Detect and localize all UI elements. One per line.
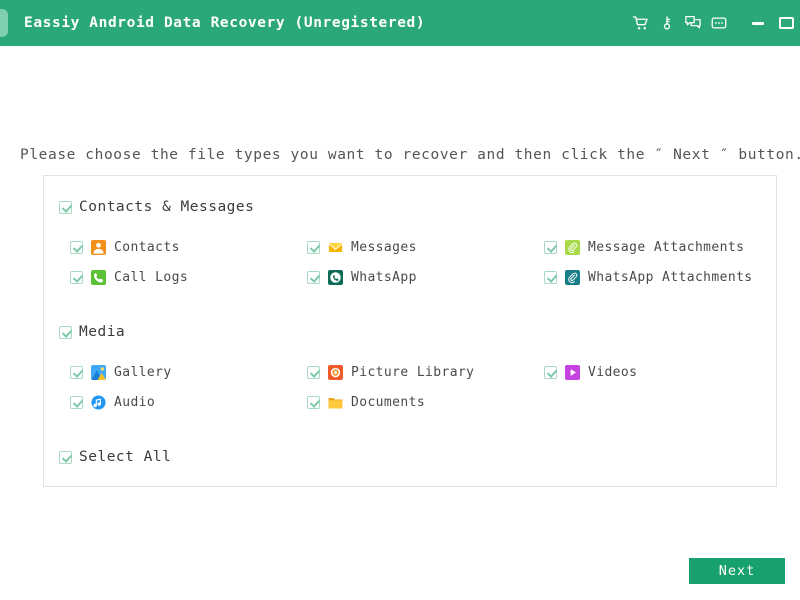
item-label-picture-library: Picture Library — [351, 366, 474, 379]
item-call-logs[interactable]: Call Logs — [70, 270, 307, 285]
contacts-icon — [91, 240, 106, 255]
items-grid-media: Gallery Picture Library Videos — [70, 365, 760, 410]
messages-icon — [328, 240, 343, 255]
minimize-button[interactable] — [744, 0, 772, 46]
checkbox-whatsapp[interactable] — [307, 271, 320, 284]
main-content: Please choose the file types you want to… — [0, 46, 800, 600]
audio-icon — [91, 395, 106, 410]
maximize-icon — [779, 17, 794, 29]
titlebar-actions — [628, 0, 800, 46]
gallery-icon — [91, 365, 106, 380]
minimize-icon — [752, 22, 764, 25]
message-attachments-icon — [565, 240, 580, 255]
checkbox-call-logs[interactable] — [70, 271, 83, 284]
item-label-audio: Audio — [114, 396, 155, 409]
next-button[interactable]: Next — [689, 558, 785, 584]
checkbox-gallery[interactable] — [70, 366, 83, 379]
items-grid-contacts-messages: Contacts Messages Message Attachments — [70, 240, 760, 285]
instruction-text: Please choose the file types you want to… — [20, 147, 800, 163]
menu-dots-icon[interactable] — [706, 0, 732, 46]
item-message-attachments[interactable]: Message Attachments — [544, 240, 760, 255]
item-label-messages: Messages — [351, 241, 417, 254]
whatsapp-icon — [328, 270, 343, 285]
item-whatsapp-attachments[interactable]: WhatsApp Attachments — [544, 270, 760, 285]
item-label-call-logs: Call Logs — [114, 271, 188, 284]
group-label-media: Media — [79, 324, 125, 340]
call-logs-icon — [91, 270, 106, 285]
title-bar: Eassiy Android Data Recovery (Unregister… — [0, 0, 800, 46]
item-label-contacts: Contacts — [114, 241, 180, 254]
group-checkbox-media[interactable] — [59, 326, 72, 339]
item-messages[interactable]: Messages — [307, 240, 544, 255]
app-logo-icon — [0, 9, 8, 37]
item-label-whatsapp-attachments: WhatsApp Attachments — [588, 271, 753, 284]
checkbox-messages[interactable] — [307, 241, 320, 254]
checkbox-message-attachments[interactable] — [544, 241, 557, 254]
cart-icon[interactable] — [628, 0, 654, 46]
select-all-label: Select All — [79, 449, 171, 465]
group-header-media[interactable]: Media — [59, 324, 125, 340]
checkbox-contacts[interactable] — [70, 241, 83, 254]
select-all-row[interactable]: Select All — [59, 449, 171, 465]
feedback-icon[interactable] — [680, 0, 706, 46]
item-label-gallery: Gallery — [114, 366, 172, 379]
key-icon[interactable] — [654, 0, 680, 46]
titlebar-divider — [732, 23, 744, 24]
group-label-contacts-messages: Contacts & Messages — [79, 199, 254, 215]
whatsapp-attachments-icon — [565, 270, 580, 285]
checkbox-picture-library[interactable] — [307, 366, 320, 379]
item-picture-library[interactable]: Picture Library — [307, 365, 544, 380]
maximize-button[interactable] — [772, 0, 800, 46]
item-contacts[interactable]: Contacts — [70, 240, 307, 255]
picture-library-icon — [328, 365, 343, 380]
videos-icon — [565, 365, 580, 380]
checkbox-audio[interactable] — [70, 396, 83, 409]
item-label-videos: Videos — [588, 366, 637, 379]
group-checkbox-contacts-messages[interactable] — [59, 201, 72, 214]
window-title: Eassiy Android Data Recovery (Unregister… — [24, 15, 425, 31]
item-gallery[interactable]: Gallery — [70, 365, 307, 380]
item-videos[interactable]: Videos — [544, 365, 760, 380]
checkbox-documents[interactable] — [307, 396, 320, 409]
item-label-documents: Documents — [351, 396, 425, 409]
select-all-checkbox[interactable] — [59, 451, 72, 464]
item-audio[interactable]: Audio — [70, 395, 307, 410]
checkbox-whatsapp-attachments[interactable] — [544, 271, 557, 284]
item-documents[interactable]: Documents — [307, 395, 544, 410]
item-label-whatsapp: WhatsApp — [351, 271, 417, 284]
item-label-message-attachments: Message Attachments — [588, 241, 744, 254]
checkbox-videos[interactable] — [544, 366, 557, 379]
group-header-contacts-messages[interactable]: Contacts & Messages — [59, 199, 254, 215]
file-types-panel: Contacts & Messages Contacts M — [43, 175, 777, 487]
documents-icon — [328, 395, 343, 410]
item-whatsapp[interactable]: WhatsApp — [307, 270, 544, 285]
